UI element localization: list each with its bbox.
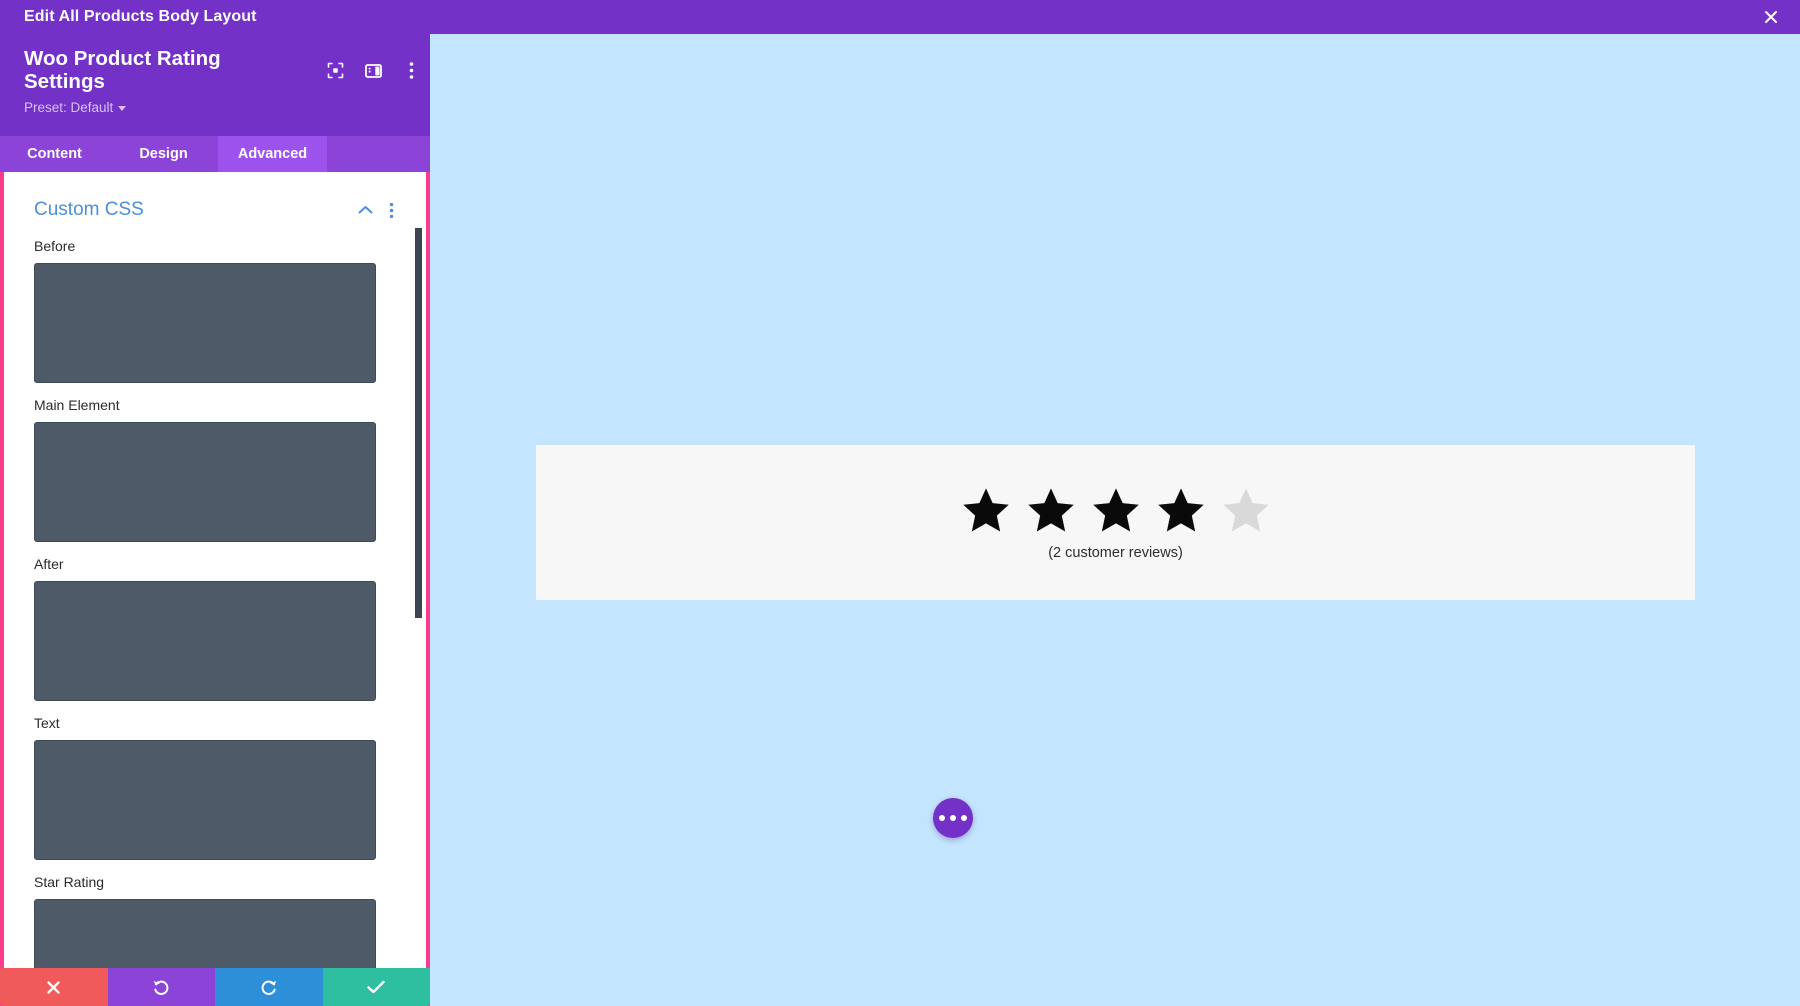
star-rating-row bbox=[960, 485, 1272, 535]
page-settings-fab[interactable] bbox=[933, 798, 973, 838]
settings-scrollbar[interactable] bbox=[415, 172, 422, 1002]
settings-panel-body: Custom CSS Before Main Element After Tex… bbox=[0, 172, 430, 1006]
star-filled-icon bbox=[962, 487, 1009, 531]
undo-button[interactable] bbox=[107, 968, 215, 1006]
panel-layout-button[interactable] bbox=[354, 56, 392, 86]
field-after: After bbox=[4, 556, 426, 701]
panel-layout-icon bbox=[364, 63, 382, 78]
custom-css-section-header: Custom CSS bbox=[4, 172, 426, 228]
field-after-label: After bbox=[34, 556, 64, 572]
settings-tab-bar: Content Design Advanced bbox=[0, 136, 430, 172]
tab-content-label: Content bbox=[27, 146, 82, 162]
field-before: Before bbox=[4, 238, 426, 383]
customer-reviews-label: (2 customer reviews) bbox=[1048, 544, 1183, 561]
module-settings-modal: Woo Product Rating Settings Preset: Defa… bbox=[0, 34, 430, 1006]
star-filled-icon bbox=[1157, 487, 1204, 531]
preset-selector[interactable]: Preset: Default bbox=[24, 100, 127, 116]
field-main-element: Main Element bbox=[4, 397, 426, 542]
divi-builder-screen: Edit All Products Body Layout Woo Produc… bbox=[0, 0, 1800, 1006]
field-text-label: Text bbox=[34, 715, 60, 731]
tab-advanced-label: Advanced bbox=[237, 146, 308, 162]
settings-action-bar bbox=[0, 968, 430, 1006]
star-filled-icon bbox=[1092, 487, 1139, 531]
woo-product-rating-module[interactable]: (2 customer reviews) bbox=[536, 445, 1695, 600]
close-window-button[interactable] bbox=[1742, 0, 1800, 34]
field-after-textarea[interactable] bbox=[34, 581, 376, 701]
settings-more-menu-button[interactable] bbox=[392, 56, 430, 86]
tab-design-label: Design bbox=[139, 146, 188, 162]
close-icon bbox=[47, 980, 60, 994]
settings-header-icon-group bbox=[316, 56, 430, 86]
settings-modal-header: Woo Product Rating Settings Preset: Defa… bbox=[0, 34, 430, 136]
undo-icon bbox=[153, 980, 169, 995]
star-filled-icon bbox=[1027, 487, 1074, 531]
three-dots-icon bbox=[939, 815, 945, 821]
section-menu-button[interactable] bbox=[378, 197, 404, 223]
more-vertical-icon bbox=[389, 202, 393, 218]
check-icon bbox=[367, 980, 385, 994]
more-vertical-icon bbox=[409, 62, 413, 79]
field-before-textarea[interactable] bbox=[34, 263, 376, 383]
tab-content[interactable]: Content bbox=[0, 136, 109, 172]
field-before-label: Before bbox=[34, 238, 76, 254]
three-dots-icon bbox=[950, 815, 956, 821]
top-window-bar: Edit All Products Body Layout bbox=[0, 0, 1800, 34]
tab-advanced[interactable]: Advanced bbox=[218, 136, 327, 172]
section-title: Custom CSS bbox=[34, 199, 144, 220]
settings-modal-title: Woo Product Rating Settings bbox=[24, 47, 221, 93]
focus-target-icon bbox=[327, 62, 343, 79]
redo-button[interactable] bbox=[215, 968, 323, 1006]
section-collapse-button[interactable] bbox=[352, 197, 378, 223]
tab-design[interactable]: Design bbox=[109, 136, 218, 172]
settings-scroll-area: Custom CSS Before Main Element After Tex… bbox=[4, 172, 426, 1002]
chevron-up-icon bbox=[358, 206, 372, 214]
field-main-element-label: Main Element bbox=[34, 397, 120, 413]
window-title: Edit All Products Body Layout bbox=[24, 8, 257, 25]
close-icon bbox=[1765, 11, 1777, 23]
discard-changes-button[interactable] bbox=[0, 968, 108, 1006]
field-text: Text bbox=[4, 715, 426, 860]
preset-label: Preset: Default bbox=[24, 100, 114, 116]
save-changes-button[interactable] bbox=[322, 968, 430, 1006]
focus-target-button[interactable] bbox=[316, 56, 354, 86]
field-star-rating-label: Star Rating bbox=[34, 874, 105, 890]
page-preview-canvas: (2 customer reviews) bbox=[430, 34, 1800, 1006]
settings-scrollbar-thumb[interactable] bbox=[415, 228, 422, 618]
field-text-textarea[interactable] bbox=[34, 740, 376, 860]
redo-icon bbox=[261, 980, 277, 995]
three-dots-icon bbox=[961, 815, 967, 821]
field-main-element-textarea[interactable] bbox=[34, 422, 376, 542]
chevron-down-icon bbox=[118, 106, 127, 112]
star-empty-icon bbox=[1222, 487, 1269, 531]
